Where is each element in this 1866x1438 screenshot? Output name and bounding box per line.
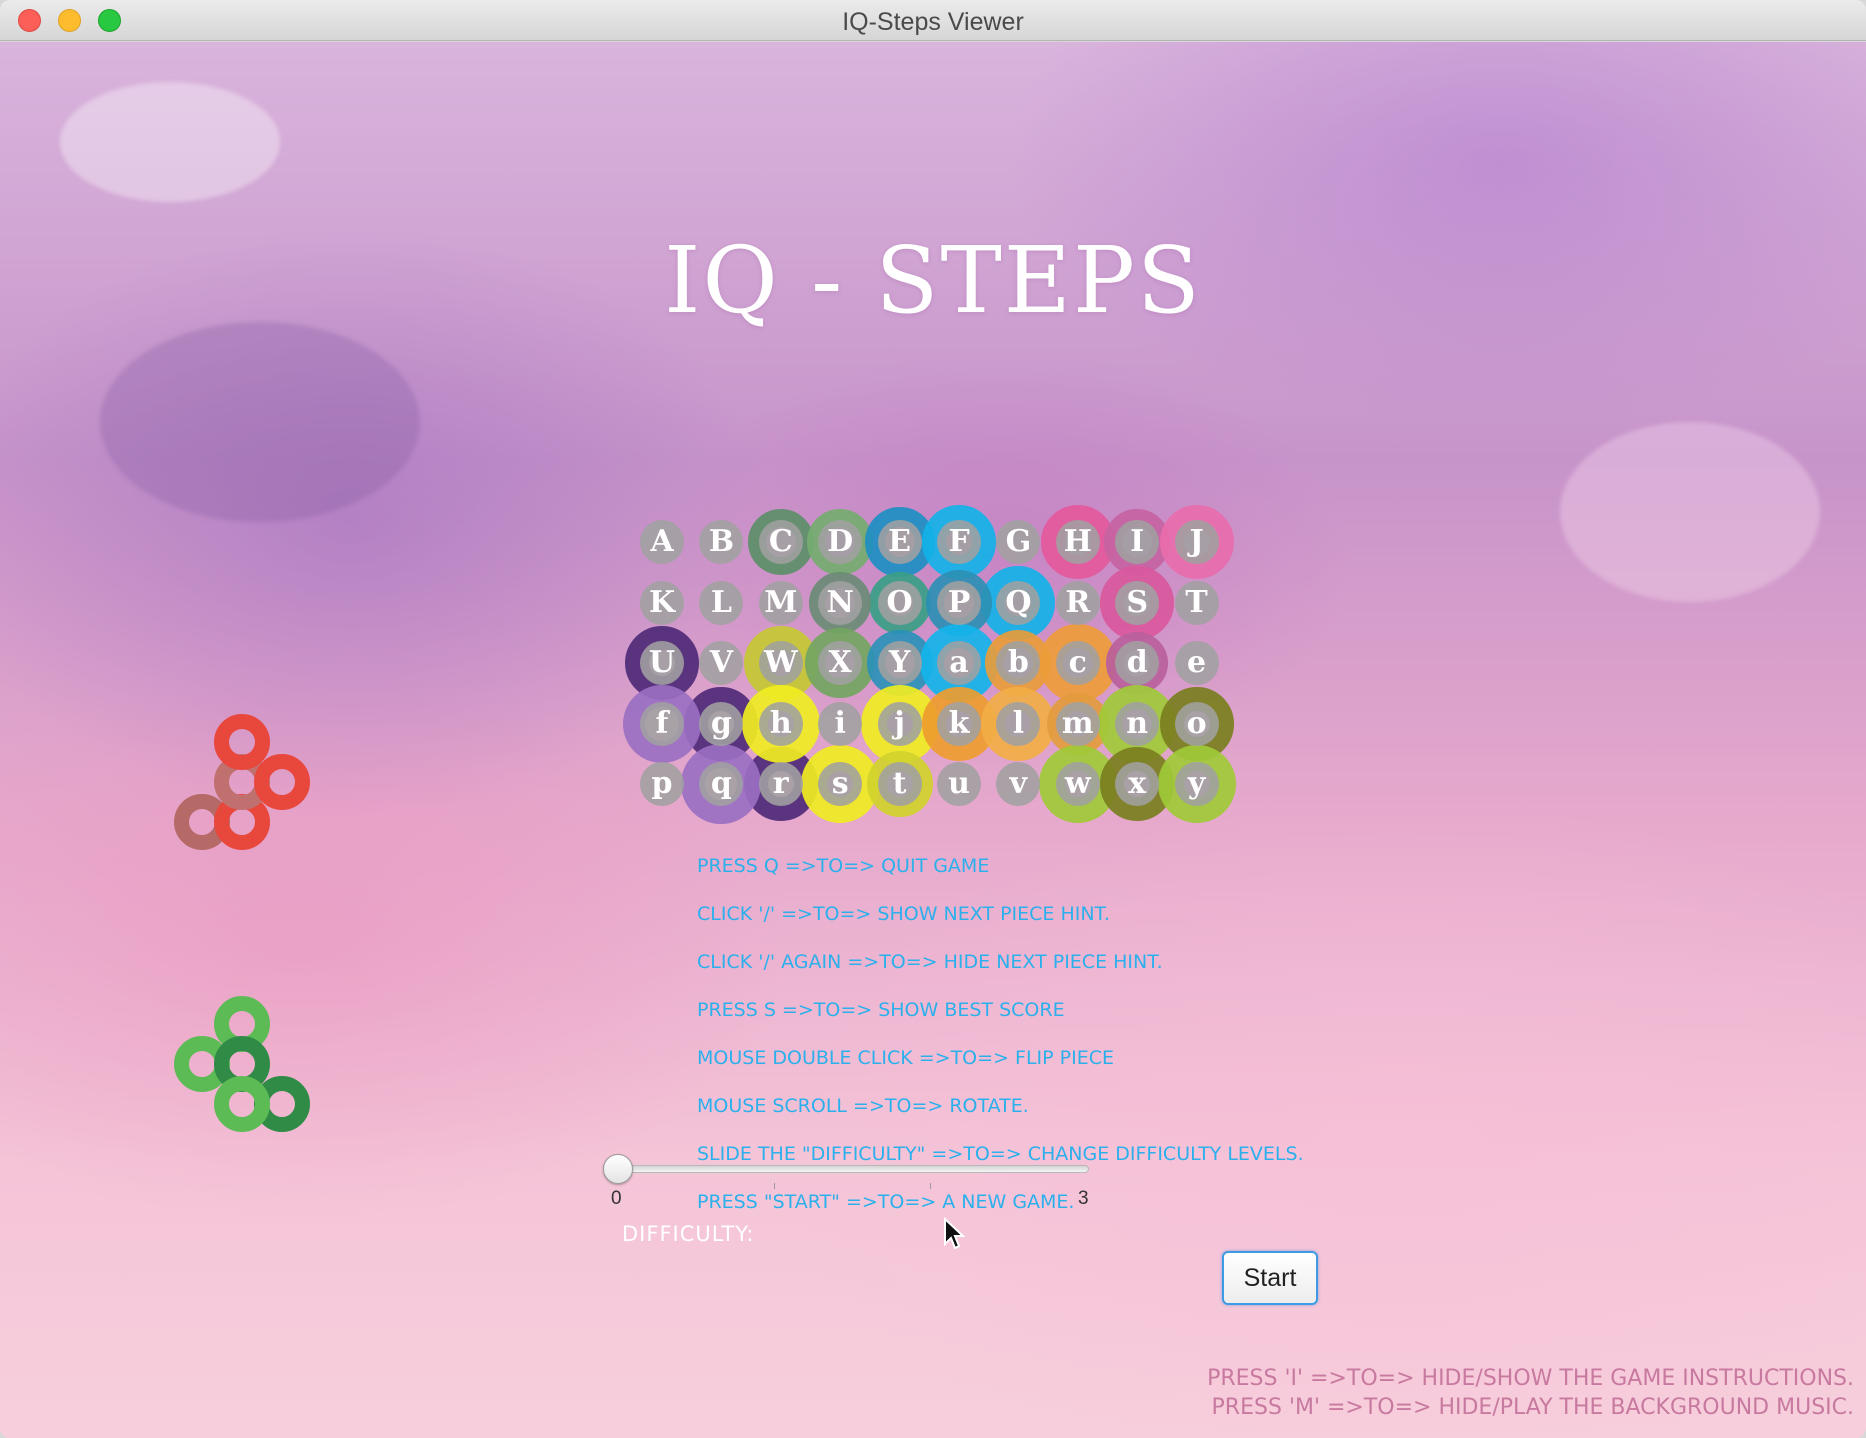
board-peg[interactable]: N (818, 580, 863, 625)
hint-music-toggle: PRESS 'M' =>TO=> HIDE/PLAY THE BACKGROUN… (1211, 1395, 1854, 1420)
board-peg[interactable]: O (877, 580, 922, 625)
slider-tick (774, 1183, 775, 1189)
board-peg[interactable]: s (818, 762, 863, 806)
board-peg[interactable]: c (1055, 641, 1100, 685)
board-peg[interactable]: S (1115, 580, 1160, 625)
board-peg[interactable]: R (1055, 580, 1100, 625)
instruction-line: PRESS Q =>TO=> QUIT GAME (697, 855, 990, 877)
board-peg[interactable]: Q (996, 580, 1041, 625)
board-peg[interactable]: P (937, 580, 981, 625)
board-peg[interactable]: V (699, 641, 744, 685)
difficulty-slider-thumb[interactable] (603, 1154, 633, 1184)
board-peg[interactable]: i (818, 701, 863, 746)
board-peg[interactable]: e (1174, 641, 1219, 685)
board-peg[interactable]: U (640, 641, 684, 685)
mouse-cursor-icon (944, 1217, 965, 1250)
board-peg[interactable]: D (818, 520, 863, 564)
board-peg[interactable]: C (758, 520, 803, 564)
difficulty-slider-track[interactable] (617, 1165, 1089, 1173)
board-peg[interactable]: k (937, 701, 981, 746)
board-peg[interactable]: L (699, 580, 744, 625)
instruction-line: MOUSE DOUBLE CLICK =>TO=> FLIP PIECE (697, 1047, 1114, 1069)
title-bar[interactable]: IQ-Steps Viewer (0, 0, 1866, 41)
board-peg[interactable]: f (640, 701, 684, 746)
game-canvas[interactable]: IQ - STEPS ABCDEFGHIJKLMNOPQRSTUVWXYabcd… (0, 42, 1866, 1438)
board-peg[interactable]: o (1174, 701, 1219, 746)
board-peg[interactable]: F (937, 520, 981, 564)
board-peg[interactable]: n (1115, 701, 1160, 746)
board-peg[interactable]: v (996, 762, 1041, 806)
instruction-line: CLICK '/' =>TO=> SHOW NEXT PIECE HINT. (697, 903, 1110, 925)
red-tripod-piece-icon[interactable] (254, 754, 310, 810)
board-peg[interactable]: g (699, 701, 744, 746)
instruction-line: CLICK '/' AGAIN =>TO=> HIDE NEXT PIECE H… (697, 951, 1163, 973)
instruction-line: MOUSE SCROLL =>TO=> ROTATE. (697, 1095, 1029, 1117)
hint-instructions-toggle: PRESS 'I' =>TO=> HIDE/SHOW THE GAME INST… (1207, 1366, 1854, 1391)
app-window: IQ-Steps Viewer IQ - STEPS ABCDEFGHIJKLM… (0, 0, 1866, 1438)
slider-max-label: 3 (1078, 1188, 1089, 1209)
board-peg[interactable]: E (877, 520, 922, 564)
instruction-line: PRESS "START" =>TO=> A NEW GAME. (697, 1191, 1075, 1213)
board-peg[interactable]: X (818, 641, 863, 685)
board-peg[interactable]: W (758, 641, 803, 685)
board-peg[interactable]: I (1115, 520, 1160, 564)
red-tripod-piece-icon[interactable] (214, 714, 270, 770)
board-peg[interactable]: Y (877, 641, 922, 685)
difficulty-label: DIFFICULTY: (622, 1222, 755, 1246)
footer-hints: PRESS 'I' =>TO=> HIDE/SHOW THE GAME INST… (1207, 1364, 1854, 1422)
board-peg[interactable]: j (877, 701, 922, 746)
board-peg[interactable]: h (758, 701, 803, 746)
board-peg[interactable]: y (1174, 762, 1219, 806)
board-peg[interactable]: t (877, 762, 922, 806)
board-peg[interactable]: T (1174, 580, 1219, 625)
start-button[interactable]: Start (1222, 1251, 1318, 1305)
slider-tick (930, 1183, 931, 1189)
board-peg[interactable]: J (1174, 520, 1219, 564)
board-peg[interactable]: A (640, 520, 684, 564)
board-peg[interactable]: r (758, 762, 803, 806)
board-peg[interactable]: M (758, 580, 803, 625)
green-tripod-piece-icon[interactable] (214, 1076, 270, 1132)
board-peg[interactable]: x (1115, 762, 1160, 806)
board-peg[interactable]: K (640, 580, 684, 625)
board-peg[interactable]: d (1115, 641, 1160, 685)
board-peg[interactable]: p (640, 762, 684, 806)
window-title: IQ-Steps Viewer (842, 8, 1024, 36)
board-peg[interactable]: m (1055, 701, 1100, 746)
instruction-line: PRESS S =>TO=> SHOW BEST SCORE (697, 999, 1065, 1021)
slider-min-label: 0 (611, 1188, 622, 1209)
game-board[interactable]: ABCDEFGHIJKLMNOPQRSTUVWXYabcdefghijklmno… (0, 42, 1866, 1438)
board-peg[interactable]: a (937, 641, 981, 685)
board-peg[interactable]: l (996, 701, 1041, 746)
board-peg[interactable]: H (1055, 520, 1100, 564)
board-peg[interactable]: w (1055, 762, 1100, 806)
board-peg[interactable]: B (699, 520, 744, 564)
board-peg[interactable]: u (937, 762, 981, 806)
board-peg[interactable]: G (996, 520, 1041, 564)
